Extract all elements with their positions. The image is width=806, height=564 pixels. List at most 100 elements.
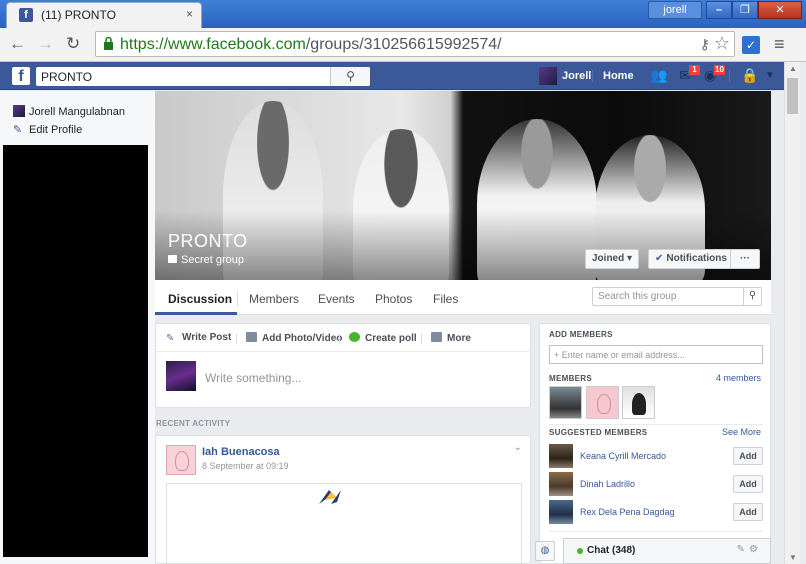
minimize-icon[interactable]: – xyxy=(706,1,732,19)
suggested-member-name[interactable]: Rex Dela Pena Dagdag xyxy=(580,507,675,517)
notifications-globe-icon[interactable]: ◉ 10 xyxy=(700,64,726,85)
add-member-button[interactable]: Add xyxy=(733,475,763,493)
suggested-member-row: Keana Cyrill Mercado Add xyxy=(549,444,763,468)
left-sidebar: Jorell Mangulabnan ✎ Edit Profile xyxy=(0,91,155,564)
poll-icon xyxy=(349,332,360,342)
maximize-icon[interactable]: ❐ xyxy=(732,1,758,19)
group-more-button[interactable]: ··· xyxy=(730,249,760,269)
friend-requests-icon[interactable]: 👥 xyxy=(649,67,669,85)
joined-button[interactable]: Joined ▾ xyxy=(585,249,640,269)
post-image[interactable] xyxy=(166,483,522,563)
browser-toolbar: ← → ↻ https://www.facebook.com/groups/31… xyxy=(0,28,806,62)
browser-menu-icon[interactable]: ≡ xyxy=(774,34,785,55)
online-status-icon xyxy=(577,548,583,554)
add-members-placeholder: + Enter name or email address... xyxy=(554,350,685,360)
add-members-heading: ADD MEMBERS xyxy=(549,330,613,339)
composer-input[interactable]: Write something... xyxy=(205,371,301,385)
avatar[interactable] xyxy=(549,472,573,496)
feed-post: Iah Buenacosa 8 September at 09:19 ⌄ xyxy=(155,435,531,564)
add-members-input[interactable]: + Enter name or email address... xyxy=(549,345,763,364)
bookmark-star-icon[interactable]: ☆ xyxy=(714,33,730,54)
back-arrow-icon[interactable]: ← xyxy=(9,34,26,54)
group-cover-photo[interactable]: PRONTO Secret group Joined ▾ ✔ Notificati… xyxy=(155,91,771,280)
notifications-label: Notifications xyxy=(666,253,727,264)
address-bar[interactable]: https://www.facebook.com/groups/31025661… xyxy=(95,31,735,57)
avatar[interactable] xyxy=(549,444,573,468)
create-poll-tab[interactable]: Create poll xyxy=(349,332,417,344)
chat-options-icons[interactable]: ✎⚙ xyxy=(737,544,762,555)
tab-close-icon[interactable]: × xyxy=(186,7,193,21)
facebook-search-input[interactable]: PRONTO ⚲ xyxy=(36,67,370,86)
composer-actions: ✎ Write Post Add Photo/Video Create poll … xyxy=(156,324,530,352)
suggested-member-row: Dinah Ladrillo Add xyxy=(549,472,763,496)
header-user-name: Jorell xyxy=(562,70,592,82)
forward-arrow-icon[interactable]: → xyxy=(37,34,54,54)
group-search-input[interactable]: Search this group ⚲ xyxy=(592,287,762,306)
notifications-badge: 10 xyxy=(713,64,726,76)
composer-more-tab[interactable]: More xyxy=(431,332,471,344)
notifications-button[interactable]: ✔ Notifications xyxy=(648,249,734,269)
tab-files[interactable]: Files xyxy=(433,292,458,306)
add-member-button[interactable]: Add xyxy=(733,447,763,465)
globe-icon[interactable]: ◍ xyxy=(535,541,555,561)
tab-events[interactable]: Events xyxy=(318,292,355,306)
divider xyxy=(549,424,763,425)
suggested-member-name[interactable]: Dinah Ladrillo xyxy=(580,479,635,489)
scroll-thumb[interactable] xyxy=(787,78,798,114)
suggested-member-name[interactable]: Keana Cyrill Mercado xyxy=(580,451,666,461)
post-timestamp[interactable]: 8 September at 09:19 xyxy=(202,461,289,471)
chat-sidebar-bar[interactable]: Chat (348) ✎⚙ xyxy=(563,538,771,564)
file-icon xyxy=(431,332,442,342)
group-name[interactable]: PRONTO xyxy=(168,231,248,252)
redacted-panel xyxy=(3,145,148,557)
messages-icon[interactable]: ✉ 1 xyxy=(675,64,701,85)
create-poll-label: Create poll xyxy=(365,333,417,344)
privacy-lock-icon[interactable]: 🔒 xyxy=(740,67,760,85)
extension-shield-icon[interactable]: ✓ xyxy=(742,36,760,54)
joined-label: Joined xyxy=(592,253,625,264)
key-icon[interactable]: ⚷ xyxy=(700,36,710,53)
tab-members[interactable]: Members xyxy=(249,292,299,306)
chevron-down-icon[interactable]: ⌄ xyxy=(514,442,522,453)
search-icon[interactable]: ⚲ xyxy=(743,288,761,305)
window-close-icon[interactable]: ✕ xyxy=(758,1,802,19)
divider xyxy=(236,334,237,344)
group-privacy-label: Secret group xyxy=(181,254,244,266)
camera-icon xyxy=(246,332,257,342)
tab-discussion[interactable]: Discussion xyxy=(168,292,232,306)
avatar[interactable] xyxy=(166,445,196,475)
active-tab-indicator xyxy=(155,312,237,315)
reload-icon[interactable]: ↻ xyxy=(66,34,80,54)
see-more-link[interactable]: See More xyxy=(722,427,761,437)
member-thumbnail[interactable] xyxy=(622,386,655,419)
member-thumbnail[interactable] xyxy=(549,386,582,419)
scroll-down-icon[interactable]: ▼ xyxy=(789,553,797,562)
browser-profile-button[interactable]: jorell xyxy=(648,1,702,19)
sidebar-item-edit-profile[interactable]: ✎ Edit Profile xyxy=(13,123,82,136)
search-icon[interactable]: ⚲ xyxy=(330,67,370,86)
post-author[interactable]: Iah Buenacosa xyxy=(202,446,280,458)
members-count-link[interactable]: 4 members xyxy=(716,373,761,383)
edit-profile-label: Edit Profile xyxy=(29,124,83,136)
avatar[interactable] xyxy=(549,500,573,524)
scroll-up-icon[interactable]: ▲ xyxy=(789,64,797,73)
secure-lock-icon xyxy=(104,37,113,50)
sidebar-item-profile[interactable]: Jorell Mangulabnan xyxy=(13,105,125,118)
home-link[interactable]: Home xyxy=(603,70,634,82)
browser-tab[interactable]: f (11) PRONTO × xyxy=(6,2,202,28)
add-member-button[interactable]: Add xyxy=(733,503,763,521)
account-menu-chevron-icon[interactable]: ▼ xyxy=(760,70,780,88)
post-composer: ✎ Write Post Add Photo/Video Create poll … xyxy=(155,323,531,408)
caret-down-icon: ▾ xyxy=(627,253,633,264)
tab-photos[interactable]: Photos xyxy=(375,292,412,306)
checkmark-icon: ✔ xyxy=(655,253,664,264)
url-path: /groups/310256615992574/ xyxy=(305,36,502,53)
add-photo-video-tab[interactable]: Add Photo/Video xyxy=(246,332,342,344)
divider xyxy=(592,70,593,82)
write-post-tab[interactable]: ✎ Write Post xyxy=(166,332,231,344)
divider xyxy=(421,334,422,344)
page-scrollbar[interactable]: ▲ ▼ xyxy=(784,62,800,564)
member-thumbnail[interactable] xyxy=(586,386,619,419)
facebook-logo-icon[interactable]: f xyxy=(12,67,30,85)
divider xyxy=(549,531,763,532)
